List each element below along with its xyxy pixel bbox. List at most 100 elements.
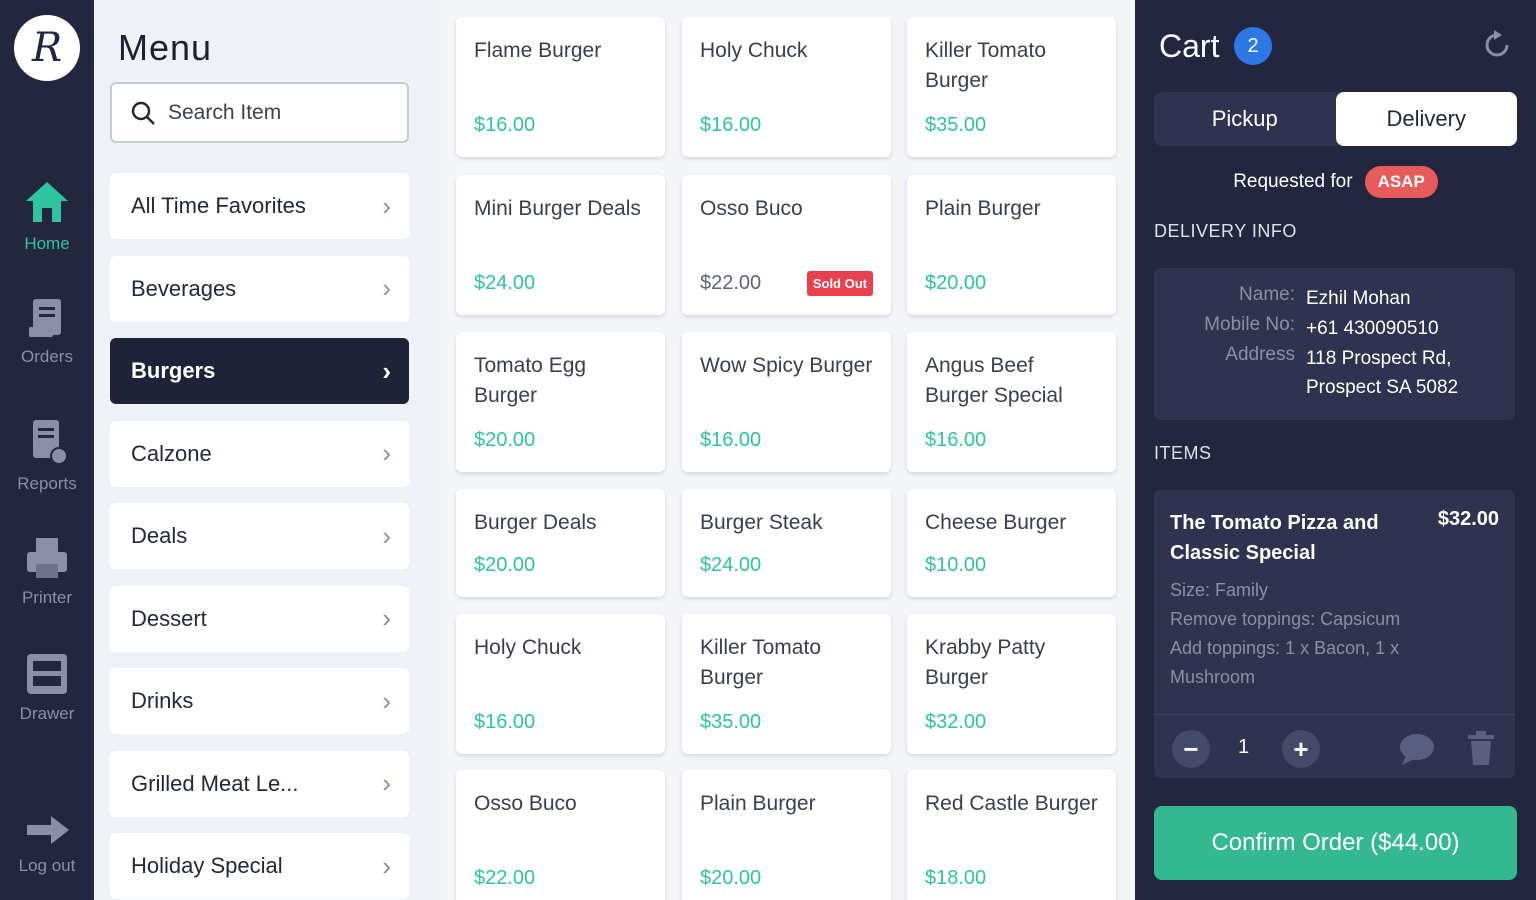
product-card[interactable]: Cheese Burger $10.00 — [907, 489, 1116, 597]
brand-logo[interactable]: R — [14, 15, 80, 81]
category-item[interactable]: Drinks › — [110, 668, 409, 734]
product-price: $32.00 — [925, 711, 987, 733]
cart-title: Cart — [1159, 28, 1220, 64]
product-name: Flame Burger — [474, 39, 602, 62]
product-card[interactable]: Wow Spicy Burger $16.00 — [682, 332, 891, 472]
trash-icon — [1468, 731, 1494, 765]
cart-item[interactable]: The Tomato Pizza and Classic Special $32… — [1154, 490, 1515, 778]
chevron-right-icon: › — [382, 520, 391, 551]
chevron-right-icon: › — [382, 685, 391, 716]
product-card[interactable]: Krabby Patty Burger $32.00 — [907, 614, 1116, 754]
product-card[interactable]: Holy Chuck $16.00 — [456, 614, 665, 754]
cart-panel: Cart 2 Pickup Delivery Requested for ASA… — [1135, 0, 1536, 900]
product-card[interactable]: Tomato Egg Burger $20.00 — [456, 332, 665, 472]
chevron-right-icon: › — [382, 438, 391, 468]
confirm-order-button[interactable]: Confirm Order ($44.00) — [1154, 806, 1517, 880]
search-box[interactable] — [110, 82, 409, 143]
category-item[interactable]: Grilled Meat Le... › — [110, 750, 409, 817]
category-label: Dessert — [131, 605, 207, 631]
info-address-row: Address 118 Prospect Rd, Prospect SA 5082 — [1154, 344, 1515, 402]
nav-orders[interactable]: Orders — [0, 297, 94, 367]
product-name: Wow Spicy Burger — [700, 354, 873, 377]
product-card[interactable]: Killer Tomato Burger $35.00 — [907, 17, 1116, 157]
category-item[interactable]: Holiday Special › — [110, 833, 409, 899]
product-name: Tomato Egg Burger — [474, 354, 587, 407]
nav-home[interactable]: Home — [0, 178, 94, 254]
product-name: Krabby Patty Burger — [925, 636, 1046, 689]
product-card[interactable]: Angus Beef Burger Special $16.00 — [907, 332, 1116, 472]
nav-drawer[interactable]: Drawer — [0, 652, 94, 724]
product-name: Mini Burger Deals — [474, 197, 641, 220]
cart-item-price: $32.00 — [1437, 508, 1499, 530]
address-line-1: 118 Prospect Rd, — [1306, 348, 1452, 369]
product-card[interactable]: Flame Burger $16.00 — [456, 17, 665, 157]
category-item[interactable]: All Time Favorites › — [110, 173, 409, 239]
info-mobile-value: +61 430090510 — [1306, 318, 1439, 339]
category-item[interactable]: Calzone › — [110, 420, 409, 487]
product-price: $16.00 — [474, 114, 536, 136]
product-card[interactable]: Plain Burger $20.00 — [682, 770, 891, 900]
product-name: Red Castle Burger — [925, 792, 1098, 815]
order-mode-toggle: Pickup Delivery — [1154, 92, 1517, 146]
product-card[interactable]: Burger Steak $24.00 — [682, 489, 891, 597]
item-divider — [1154, 714, 1515, 715]
receipt-icon — [29, 299, 61, 337]
category-label: Grilled Meat Le... — [131, 770, 299, 796]
category-item[interactable]: Dessert › — [110, 585, 409, 652]
product-card[interactable]: Osso Buco $22.00 — [456, 770, 665, 900]
product-card[interactable]: Plain Burger $20.00 — [907, 175, 1116, 315]
sold-out-badge: Sold Out — [806, 271, 873, 296]
delete-item-button[interactable] — [1466, 730, 1496, 771]
product-name: Cheese Burger — [925, 511, 1067, 534]
reset-button[interactable] — [1480, 28, 1514, 67]
category-item[interactable]: Beverages › — [110, 255, 409, 322]
product-card[interactable]: Osso Buco $22.00 Sold Out — [682, 175, 891, 315]
note-button[interactable] — [1398, 732, 1436, 771]
decrease-qty-button[interactable]: − — [1172, 730, 1210, 768]
product-card[interactable]: Mini Burger Deals $24.00 — [456, 175, 665, 315]
info-mobile-row: Mobile No: +61 430090510 — [1154, 314, 1515, 343]
pickup-tab[interactable]: Pickup — [1154, 92, 1336, 146]
drawer-icon — [27, 654, 67, 694]
product-price: $20.00 — [925, 272, 987, 294]
product-name: Angus Beef Burger Special — [925, 354, 1063, 407]
category-label: Calzone — [131, 440, 212, 466]
product-name: Holy Chuck — [700, 39, 808, 62]
product-card[interactable]: Burger Deals $20.00 — [456, 489, 665, 597]
asap-badge[interactable]: ASAP — [1364, 166, 1438, 198]
increase-qty-button[interactable]: + — [1282, 730, 1320, 768]
product-price: $20.00 — [474, 554, 536, 576]
info-address-value: 118 Prospect Rd, Prospect SA 5082 — [1306, 344, 1458, 402]
item-add-toppings: Add toppings: 1 x Bacon, 1 x Mushroom — [1170, 638, 1400, 687]
logo-letter: R — [31, 25, 63, 71]
product-card[interactable]: Holy Chuck $16.00 — [682, 17, 891, 157]
product-card[interactable]: Red Castle Burger $18.00 — [907, 770, 1116, 900]
nav-logout[interactable]: Log out — [0, 812, 94, 876]
nav-printer[interactable]: Printer — [0, 536, 94, 608]
nav-reports[interactable]: Reports — [0, 418, 94, 494]
delivery-tab[interactable]: Delivery — [1335, 92, 1517, 146]
nav-orders-label: Orders — [21, 347, 73, 366]
item-size: Size: Family — [1170, 580, 1269, 600]
product-name: Plain Burger — [700, 792, 816, 815]
product-price: $22.00 — [700, 272, 762, 294]
cart-count-badge: 2 — [1234, 27, 1272, 65]
item-quantity: 1 — [1238, 736, 1250, 758]
info-name-row: Name: Ezhil Mohan — [1154, 284, 1515, 313]
delivery-info-heading: DELIVERY INFO — [1154, 221, 1297, 241]
delivery-info-box[interactable]: Name: Ezhil Mohan Mobile No: +61 4300905… — [1154, 268, 1515, 420]
category-item[interactable]: Burgers › — [110, 338, 409, 404]
search-icon — [131, 101, 155, 125]
home-icon — [26, 182, 68, 222]
product-card[interactable]: Killer Tomato Burger $35.00 — [682, 614, 891, 754]
product-price: $20.00 — [474, 429, 536, 451]
chevron-right-icon: › — [382, 273, 391, 303]
category-item[interactable]: Deals › — [110, 503, 409, 569]
search-input[interactable] — [168, 100, 388, 125]
nav-printer-label: Printer — [21, 588, 73, 607]
item-remove-toppings: Remove toppings: Capsicum — [1170, 609, 1401, 629]
cart-item-name: The Tomato Pizza and Classic Special — [1170, 512, 1379, 564]
logout-icon — [27, 816, 69, 844]
category-label: All Time Favorites — [131, 193, 306, 218]
refresh-icon — [1485, 30, 1509, 57]
